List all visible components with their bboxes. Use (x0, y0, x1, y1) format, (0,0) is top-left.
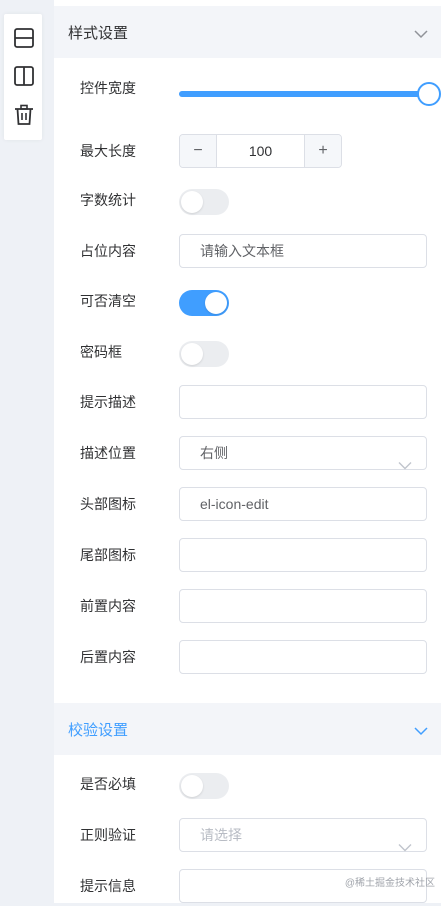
decrease-button[interactable]: − (180, 135, 217, 167)
placeholder-input[interactable]: 请输入文本框 (179, 234, 427, 268)
prefix-icon-row: 头部图标 el-icon-edit (54, 484, 441, 524)
layout-toolbar (4, 14, 42, 140)
required-row: 是否必填 (54, 764, 441, 804)
maxlength-stepper: − 100 + (179, 134, 342, 168)
hint-position-value: 右侧 (200, 445, 228, 461)
wordcount-row: 字数统计 (54, 180, 441, 220)
suffix-icon-label: 尾部图标 (80, 547, 136, 563)
hint-row: 提示描述 (54, 382, 441, 422)
clearable-row: 可否清空 (54, 281, 441, 321)
prefix-icon-label: 头部图标 (80, 496, 136, 512)
width-slider[interactable] (179, 82, 441, 106)
maxlength-row: 最大长度 − 100 + (54, 131, 441, 171)
hint-position-row: 描述位置 右侧 (54, 433, 441, 473)
wordcount-switch[interactable] (179, 189, 229, 215)
clearable-switch[interactable] (179, 290, 229, 316)
chevron-down-icon (398, 449, 412, 481)
validation-settings-header[interactable]: 校验设置 (54, 703, 441, 755)
width-row: 控件宽度 (54, 68, 441, 108)
row-layout-icon[interactable] (12, 26, 36, 50)
wordcount-label: 字数统计 (80, 192, 136, 208)
regex-label: 正则验证 (80, 827, 136, 843)
style-settings-header[interactable]: 样式设置 (54, 6, 441, 58)
prefix-icon-input[interactable]: el-icon-edit (179, 487, 427, 521)
append-label: 后置内容 (80, 649, 136, 665)
clearable-label: 可否清空 (80, 293, 136, 309)
suffix-icon-row: 尾部图标 (54, 535, 441, 575)
chevron-down-icon (398, 831, 412, 863)
hint-input[interactable] (179, 385, 427, 419)
watermark: @稀土掘金技术社区 (344, 878, 435, 889)
regex-select[interactable]: 请选择 (179, 818, 427, 852)
validation-settings-title: 校验设置 (68, 721, 129, 739)
prepend-input[interactable] (179, 589, 427, 623)
switch-knob (205, 292, 227, 314)
hint-position-select[interactable]: 右侧 (179, 436, 427, 470)
required-label: 是否必填 (80, 776, 136, 792)
width-slider-handle[interactable] (417, 82, 441, 106)
required-switch[interactable] (179, 773, 229, 799)
password-switch[interactable] (179, 341, 229, 367)
maxlength-label: 最大长度 (80, 143, 136, 159)
switch-knob (181, 775, 203, 797)
property-panel: 样式设置 控件宽度 最大长度 − 100 + 字数统计 占位内容 请输入文本框 … (54, 0, 441, 903)
increase-button[interactable]: + (304, 135, 341, 167)
placeholder-row: 占位内容 请输入文本框 (54, 231, 441, 271)
prepend-row: 前置内容 (54, 586, 441, 626)
regex-placeholder: 请选择 (200, 827, 242, 843)
hint-label: 提示描述 (80, 394, 136, 410)
style-settings-title: 样式设置 (68, 24, 129, 42)
regex-row: 正则验证 请选择 (54, 815, 441, 855)
placeholder-label: 占位内容 (80, 243, 136, 259)
maxlength-input[interactable]: 100 (217, 135, 304, 167)
switch-knob (181, 191, 203, 213)
append-input[interactable] (179, 640, 427, 674)
message-label: 提示信息 (80, 878, 136, 894)
chevron-down-icon (414, 26, 428, 44)
append-row: 后置内容 (54, 637, 441, 677)
switch-knob (181, 343, 203, 365)
column-layout-icon[interactable] (12, 64, 36, 88)
chevron-down-icon (414, 723, 428, 741)
prepend-label: 前置内容 (80, 598, 136, 614)
trash-icon[interactable] (12, 103, 36, 127)
password-label: 密码框 (80, 344, 122, 360)
password-row: 密码框 (54, 332, 441, 372)
width-slider-fill (179, 91, 427, 97)
suffix-icon-input[interactable] (179, 538, 427, 572)
hint-position-label: 描述位置 (80, 445, 136, 461)
width-label: 控件宽度 (80, 80, 136, 96)
